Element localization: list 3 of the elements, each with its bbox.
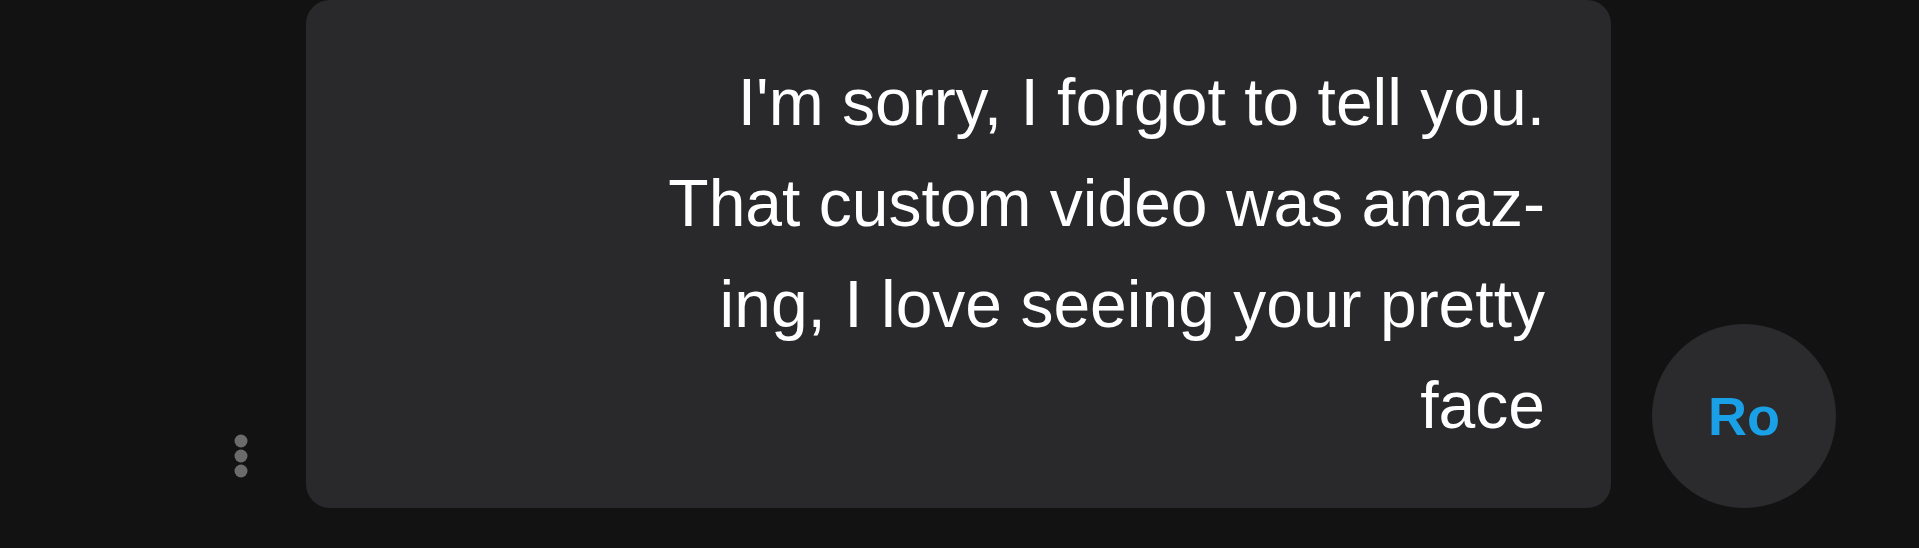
- message-text: I'm sorry, I forgot to tell you. That custom video was amaz- ing, I love seeing your pretty face: [668, 64, 1545, 444]
- user-avatar[interactable]: Ro: [1652, 324, 1836, 508]
- more-icon[interactable]: [233, 434, 249, 478]
